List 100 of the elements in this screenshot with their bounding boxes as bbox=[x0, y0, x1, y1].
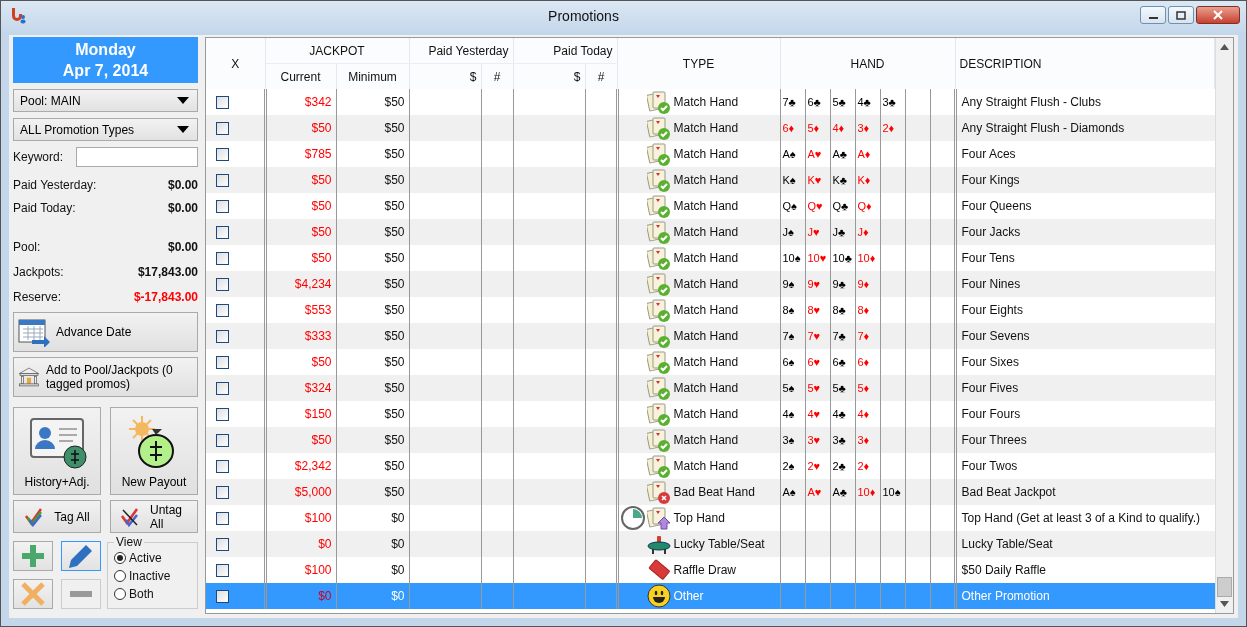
minimum-jackpot: $50 bbox=[384, 147, 405, 161]
promotion-type: Match Hand bbox=[673, 381, 739, 395]
stat-value: $0.00 bbox=[167, 200, 198, 215]
row-checkbox[interactable] bbox=[216, 590, 229, 604]
view-option[interactable]: Both bbox=[114, 585, 193, 603]
card-label: 4♣ bbox=[857, 96, 871, 108]
promotion-type: Match Hand bbox=[673, 407, 739, 421]
card-label: 5♣ bbox=[832, 96, 846, 108]
stat-label: Paid Today: bbox=[13, 200, 76, 215]
row-checkbox[interactable] bbox=[216, 538, 229, 552]
cards-with-check-icon bbox=[646, 272, 671, 296]
stat-value: $17,843.00 bbox=[137, 264, 198, 279]
current-jackpot: $50 bbox=[311, 173, 332, 187]
cards-with-check-icon bbox=[646, 454, 671, 478]
row-checkbox[interactable] bbox=[216, 174, 229, 188]
card-label: Q♠ bbox=[782, 200, 797, 212]
current-jackpot: $50 bbox=[311, 433, 332, 447]
current-jackpot: $100 bbox=[304, 511, 332, 525]
row-checkbox[interactable] bbox=[216, 226, 229, 240]
card-label: 5♣ bbox=[832, 382, 846, 394]
card-label: 7♦ bbox=[857, 330, 870, 342]
add-to-pool-button[interactable]: Add to Pool/Jackpots (0 tagged promos) bbox=[13, 357, 198, 397]
promotion-type: Match Hand bbox=[673, 199, 739, 213]
column-header[interactable]: HAND bbox=[780, 38, 956, 89]
view-option[interactable]: Active bbox=[114, 549, 193, 567]
promotion-type-dropdown[interactable]: ALL Promotion Types bbox=[13, 118, 198, 141]
row-checkbox[interactable] bbox=[216, 408, 229, 422]
row-checkbox[interactable] bbox=[216, 200, 229, 214]
view-label: View bbox=[115, 535, 143, 549]
calendar-icon bbox=[18, 317, 50, 347]
row-checkbox[interactable] bbox=[216, 148, 229, 162]
minimum-jackpot: $50 bbox=[384, 225, 405, 239]
minimum-jackpot: $50 bbox=[384, 95, 405, 109]
card-label: 7♣ bbox=[782, 96, 796, 108]
view-option[interactable]: Inactive bbox=[114, 567, 193, 585]
advance-date-button[interactable]: Advance Date bbox=[13, 312, 198, 352]
add-button[interactable] bbox=[13, 541, 53, 571]
date-label: Apr 7, 2014 bbox=[61, 61, 150, 81]
history-button[interactable]: History+Adj. bbox=[13, 407, 101, 495]
promotion-type: Other bbox=[673, 589, 704, 603]
card-label: K♣ bbox=[832, 174, 848, 186]
weekday-label: Monday bbox=[74, 40, 137, 60]
keyword-field[interactable] bbox=[76, 147, 198, 167]
current-jackpot: $0 bbox=[318, 537, 332, 551]
close-button[interactable] bbox=[1196, 6, 1240, 24]
scrollbar-thumb[interactable] bbox=[1217, 577, 1232, 597]
promotion-type: Match Hand bbox=[673, 355, 739, 369]
column-header[interactable]: $ bbox=[409, 63, 481, 89]
card-label: 6♦ bbox=[857, 356, 870, 368]
row-checkbox[interactable] bbox=[216, 304, 229, 318]
promotion-description: Four Kings bbox=[961, 173, 1020, 187]
row-checkbox[interactable] bbox=[216, 486, 229, 500]
card-label: 2♣ bbox=[832, 460, 846, 472]
row-checkbox[interactable] bbox=[216, 356, 229, 370]
row-checkbox[interactable] bbox=[216, 512, 229, 526]
row-checkbox[interactable] bbox=[216, 122, 229, 136]
pool-dropdown[interactable]: Pool: MAIN bbox=[13, 89, 198, 112]
promotion-type: Match Hand bbox=[673, 433, 739, 447]
current-jackpot: $100 bbox=[304, 563, 332, 577]
minimize-button[interactable] bbox=[1140, 6, 1166, 24]
row-checkbox[interactable] bbox=[216, 434, 229, 448]
row-checkbox[interactable] bbox=[216, 96, 229, 110]
promotion-description: Four Fives bbox=[961, 381, 1019, 395]
row-checkbox[interactable] bbox=[216, 252, 229, 266]
row-checkbox[interactable] bbox=[216, 382, 229, 396]
edit-button[interactable] bbox=[61, 541, 101, 571]
promotion-description: Any Straight Flush - Clubs bbox=[961, 95, 1101, 109]
untag-all-button[interactable]: Untag All bbox=[110, 500, 198, 533]
column-header[interactable]: X bbox=[206, 38, 265, 89]
row-checkbox[interactable] bbox=[216, 278, 229, 292]
promotion-type: Match Hand bbox=[673, 459, 739, 473]
tag-all-button[interactable]: Tag All bbox=[13, 500, 101, 533]
promotion-type: Top Hand bbox=[673, 511, 725, 525]
promotion-description: Other Promotion bbox=[961, 589, 1050, 603]
column-header[interactable]: $ bbox=[513, 63, 585, 89]
minimum-jackpot: $50 bbox=[384, 199, 405, 213]
maximize-button[interactable] bbox=[1168, 6, 1194, 24]
magnet-icon bbox=[9, 6, 27, 24]
minimum-jackpot: $50 bbox=[384, 329, 405, 343]
row-checkbox[interactable] bbox=[216, 564, 229, 578]
crossed-checkmarks-icon bbox=[120, 506, 140, 527]
minimum-jackpot: $50 bbox=[384, 355, 405, 369]
column-header[interactable]: TYPE bbox=[617, 38, 780, 89]
column-header[interactable]: DESCRIPTION bbox=[955, 38, 1215, 89]
current-jackpot: $50 bbox=[311, 355, 332, 369]
card-label: 3♦ bbox=[857, 122, 870, 134]
card-label: A♣ bbox=[832, 148, 848, 160]
card-label: 3♣ bbox=[832, 434, 846, 446]
row-checkbox[interactable] bbox=[216, 330, 229, 344]
current-jackpot: $2,342 bbox=[294, 459, 332, 473]
promotion-type: Match Hand bbox=[673, 329, 739, 343]
stat-value: $0.00 bbox=[167, 239, 198, 254]
card-label: 4♦ bbox=[832, 122, 845, 134]
new-payout-button[interactable]: New Payout bbox=[110, 407, 198, 495]
promotion-description: Four Jacks bbox=[961, 225, 1021, 239]
vertical-scrollbar[interactable] bbox=[1215, 38, 1233, 613]
cards-with-check-icon bbox=[646, 142, 671, 166]
card-label: A♥ bbox=[807, 148, 822, 160]
card-label: 10♠ bbox=[882, 486, 901, 498]
row-checkbox[interactable] bbox=[216, 460, 229, 474]
